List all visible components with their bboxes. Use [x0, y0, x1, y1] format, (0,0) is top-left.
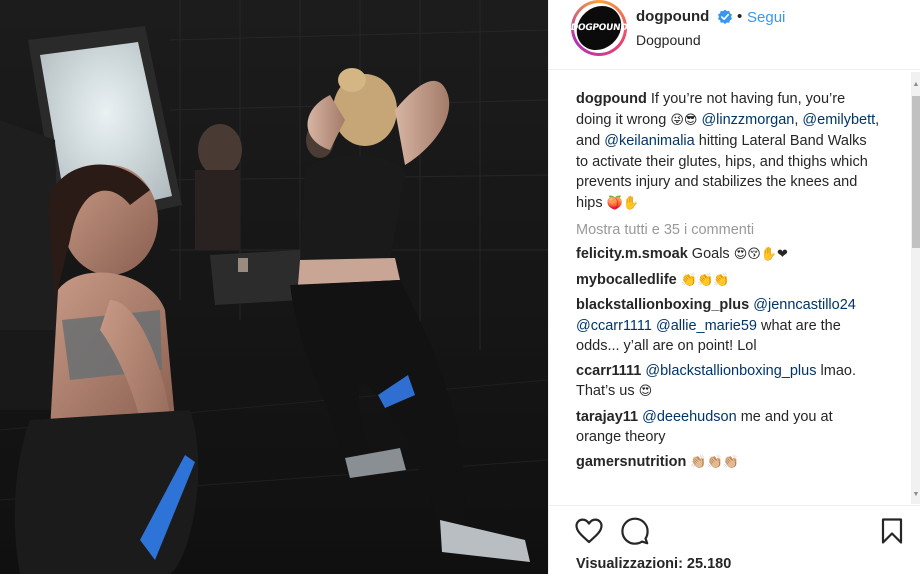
header-username[interactable]: dogpound [636, 8, 709, 25]
comment-emoji: 😍 [638, 384, 653, 399]
view-count: Visualizzazioni: 25.180 [576, 556, 732, 572]
comment-item: mybocalledlife 👏👏👏 [576, 270, 881, 292]
heart-icon[interactable] [575, 518, 603, 544]
scroll-up-arrow-icon[interactable]: ▲ [912, 80, 920, 90]
story-ring[interactable]: DOGPOUND [570, 0, 628, 56]
comment-username[interactable]: mybocalledlife [576, 272, 677, 288]
comment-emoji: 👏🏼👏🏼👏🏼 [690, 454, 739, 470]
caption-username[interactable]: dogpound [576, 91, 647, 107]
post-details-panel: DOGPOUND dogpound • Segui Dogpound dogpo… [548, 0, 920, 574]
post-actions-bar: Visualizzazioni: 25.180 [549, 505, 920, 574]
comment-text: Goals [691, 246, 730, 262]
post-header: DOGPOUND dogpound • Segui Dogpound [549, 0, 920, 70]
view-all-comments-link[interactable]: Mostra tutti e 35 i commenti [576, 222, 911, 238]
comment-username[interactable]: gamersnutrition [576, 454, 686, 470]
caption-mention[interactable]: @linzzmorgan [701, 112, 794, 128]
comment-mention[interactable]: @allie_marie59 [656, 318, 757, 334]
comment-username[interactable]: ccarr1111 [576, 363, 641, 379]
comment-username[interactable]: tarajay11 [576, 409, 638, 425]
comment-emoji: 😍😚✋❤ [733, 247, 788, 262]
comment-mention[interactable]: @jenncastillo24 [753, 297, 856, 313]
comment-username[interactable]: blackstallionboxing_plus [576, 297, 749, 313]
post-caption: dogpound If you’re not having fun, you’r… [576, 89, 881, 214]
caption-emoji: 😜😎 [670, 112, 698, 128]
video-frame-image [0, 0, 548, 574]
verified-badge-icon [718, 9, 732, 24]
comment-username[interactable]: felicity.m.smoak [576, 246, 688, 262]
comment-mention[interactable]: @ccarr1111 [576, 318, 652, 334]
bookmark-icon[interactable] [881, 518, 903, 544]
comments-scrollbar[interactable]: ▲ ▼ [911, 72, 920, 504]
comment-item: tarajay11 @deeehudson me and you at oran… [576, 407, 881, 448]
avatar-logo: DOGPOUND [570, 6, 628, 50]
comments-list[interactable]: dogpound If you’re not having fun, you’r… [549, 72, 911, 504]
comment-emoji: 👏👏👏 [680, 272, 730, 288]
comment-item: felicity.m.smoak Goals 😍😚✋❤ [576, 244, 881, 266]
header-separator: • [737, 8, 743, 25]
caption-text: , [794, 111, 799, 128]
speech-bubble-icon[interactable] [621, 517, 649, 545]
post-video[interactable] [0, 0, 548, 574]
comment-item: blackstallionboxing_plus @jenncastillo24… [576, 295, 881, 357]
location-link[interactable]: Dogpound [636, 32, 701, 48]
comment-mention[interactable]: @deeehudson [642, 409, 737, 425]
scroll-down-arrow-icon[interactable]: ▼ [912, 490, 920, 500]
comment-item: gamersnutrition 👏🏼👏🏼👏🏼 [576, 452, 881, 474]
comment-mention[interactable]: @blackstallionboxing_plus [645, 363, 816, 379]
follow-button[interactable]: Segui [747, 9, 785, 26]
scrollbar-thumb[interactable] [912, 96, 920, 248]
caption-mention[interactable]: @keilanimalia [604, 133, 694, 149]
instagram-post-page: DOGPOUND dogpound • Segui Dogpound dogpo… [0, 0, 920, 574]
comment-item: ccarr1111 @blackstallionboxing_plus lmao… [576, 361, 881, 403]
caption-emoji: 🍑✋ [606, 195, 640, 211]
caption-mention[interactable]: @emilybett [802, 112, 875, 128]
avatar[interactable]: DOGPOUND [570, 3, 628, 53]
